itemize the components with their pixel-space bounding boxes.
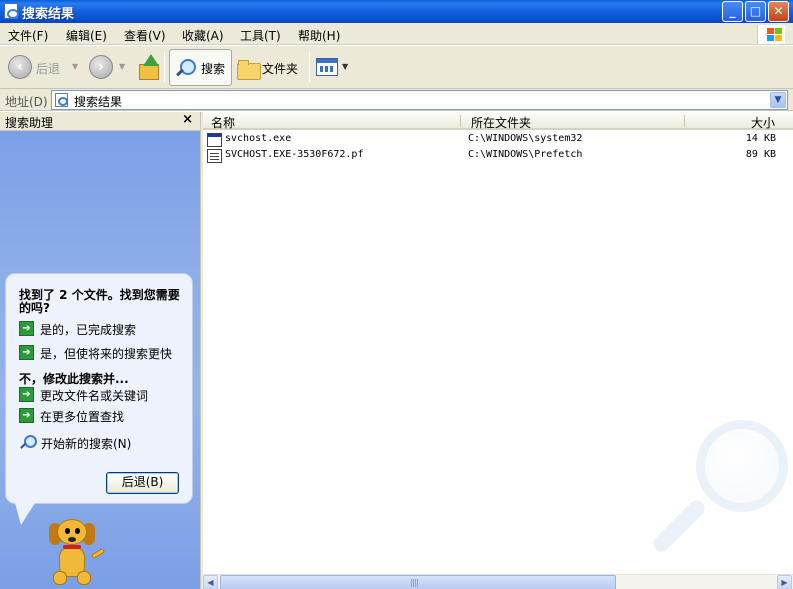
search-button-label: 搜索 <box>201 62 226 76</box>
file-size: 14 KB <box>745 133 776 144</box>
maximize-icon: □ <box>749 4 762 18</box>
search-assistant-pane: 搜索助理 × 找到了 2 个文件。找到您需要的吗? ➔ 是的，已完成搜索 ➔ 是… <box>0 112 200 589</box>
new-search-link[interactable]: 开始新的搜索(N) <box>41 435 131 452</box>
search-icon <box>19 435 37 451</box>
views-dropdown-icon[interactable]: ▼ <box>342 62 348 71</box>
views-icon[interactable] <box>316 58 338 76</box>
table-row[interactable]: SVCHOST.EXE-3530F672.pf C:\WINDOWS\Prefe… <box>203 149 793 165</box>
file-size: 89 KB <box>745 149 776 160</box>
scrollbar-thumb[interactable] <box>220 575 616 589</box>
forward-arrow-icon[interactable]: › <box>89 55 113 79</box>
option-label[interactable]: 在更多位置查找 <box>40 408 124 425</box>
toolbar: ‹ 后退 ▼ › ▼ 搜索 文件夹 ▼ <box>0 46 793 89</box>
menu-help[interactable]: 帮助(H) <box>298 27 340 44</box>
menu-view[interactable]: 查看(V) <box>124 27 166 44</box>
up-folder-icon[interactable] <box>137 54 159 80</box>
column-size-label: 大小 <box>751 116 776 130</box>
file-folder: C:\WINDOWS\system32 <box>468 133 583 144</box>
exe-file-icon <box>207 133 222 147</box>
modify-search-heading: 不，修改此搜索并... <box>19 372 129 386</box>
green-arrow-icon: ➔ <box>19 387 34 402</box>
menu-file[interactable]: 文件(F) <box>8 27 48 44</box>
chevron-down-icon[interactable]: ▼ <box>770 92 786 108</box>
folders-button[interactable]: 文件夹 <box>235 49 305 86</box>
bubble-tail <box>15 503 35 525</box>
menu-tools[interactable]: 工具(T) <box>240 27 281 44</box>
magnifier-watermark-icon <box>638 420 793 560</box>
address-label: 地址(D) <box>5 95 48 109</box>
result-question: 找到了 2 个文件。找到您需要的吗? <box>19 288 180 315</box>
table-row[interactable]: svchost.exe C:\WINDOWS\system32 14 KB <box>203 133 793 149</box>
search-results-icon <box>55 93 68 107</box>
close-button[interactable]: ✕ <box>768 1 789 22</box>
folders-button-label: 文件夹 <box>262 62 299 76</box>
close-icon: ✕ <box>773 4 784 18</box>
scroll-right-icon[interactable]: ▶ <box>777 575 792 589</box>
address-value[interactable]: 搜索结果 <box>74 93 122 110</box>
search-icon <box>174 58 196 80</box>
folder-icon <box>237 59 261 80</box>
green-arrow-icon: ➔ <box>19 408 34 423</box>
option-label[interactable]: 是，但使将来的搜索更快 <box>40 345 172 362</box>
column-header-size[interactable]: 大小 <box>685 112 793 130</box>
file-name[interactable]: SVCHOST.EXE-3530F672.pf <box>225 149 363 160</box>
back-button[interactable]: 后退(B) <box>106 472 179 494</box>
green-arrow-icon: ➔ <box>19 321 34 336</box>
search-results-window-icon[interactable] <box>4 3 19 19</box>
close-icon[interactable]: × <box>182 112 193 127</box>
column-name-label: 名称 <box>211 116 236 130</box>
search-companion-dog[interactable] <box>47 515 111 587</box>
back-dropdown-icon[interactable]: ▼ <box>72 62 78 71</box>
forward-dropdown-icon[interactable]: ▼ <box>119 62 125 71</box>
assistant-header: 搜索助理 × <box>0 112 200 131</box>
pf-file-icon <box>207 149 222 163</box>
option-label[interactable]: 更改文件名或关键词 <box>40 387 148 404</box>
column-folder-label: 所在文件夹 <box>471 116 532 130</box>
maximize-button[interactable]: □ <box>745 1 766 22</box>
toolbar-separator <box>164 52 165 82</box>
horizontal-scrollbar[interactable]: ◀ ▶ <box>203 574 793 589</box>
option-label[interactable]: 是的，已完成搜索 <box>40 321 136 338</box>
address-bar: 地址(D) 搜索结果 ▼ <box>0 89 793 111</box>
title-bar[interactable]: 搜索结果 _ □ ✕ <box>0 0 793 23</box>
minimize-button[interactable]: _ <box>722 1 743 22</box>
back-button-label[interactable]: 后退 <box>36 60 60 77</box>
green-arrow-icon: ➔ <box>19 345 34 360</box>
file-list: 名称 所在文件夹 大小 svchost.exe C:\WINDOWS\syste… <box>203 112 793 589</box>
minimize-icon: _ <box>729 4 736 18</box>
assistant-title: 搜索助理 <box>5 116 54 130</box>
file-folder: C:\WINDOWS\Prefetch <box>468 149 583 160</box>
scroll-left-icon[interactable]: ◀ <box>203 575 218 589</box>
toolbar-separator <box>309 52 310 82</box>
column-header-name[interactable]: 名称 <box>203 112 461 130</box>
column-header-folder[interactable]: 所在文件夹 <box>461 112 685 130</box>
file-name[interactable]: svchost.exe <box>225 133 291 144</box>
back-arrow-icon[interactable]: ‹ <box>8 55 32 79</box>
menu-edit[interactable]: 编辑(E) <box>66 27 107 44</box>
search-button[interactable]: 搜索 <box>169 49 232 86</box>
windows-logo-icon <box>757 25 785 44</box>
address-field[interactable]: 搜索结果 ▼ <box>51 90 788 110</box>
menu-favorites[interactable]: 收藏(A) <box>182 27 224 44</box>
menu-bar: 文件(F) 编辑(E) 查看(V) 收藏(A) 工具(T) 帮助(H) <box>0 23 793 45</box>
assistant-bubble: 找到了 2 个文件。找到您需要的吗? ➔ 是的，已完成搜索 ➔ 是，但使将来的搜… <box>5 273 193 504</box>
window-title: 搜索结果 <box>22 7 75 22</box>
